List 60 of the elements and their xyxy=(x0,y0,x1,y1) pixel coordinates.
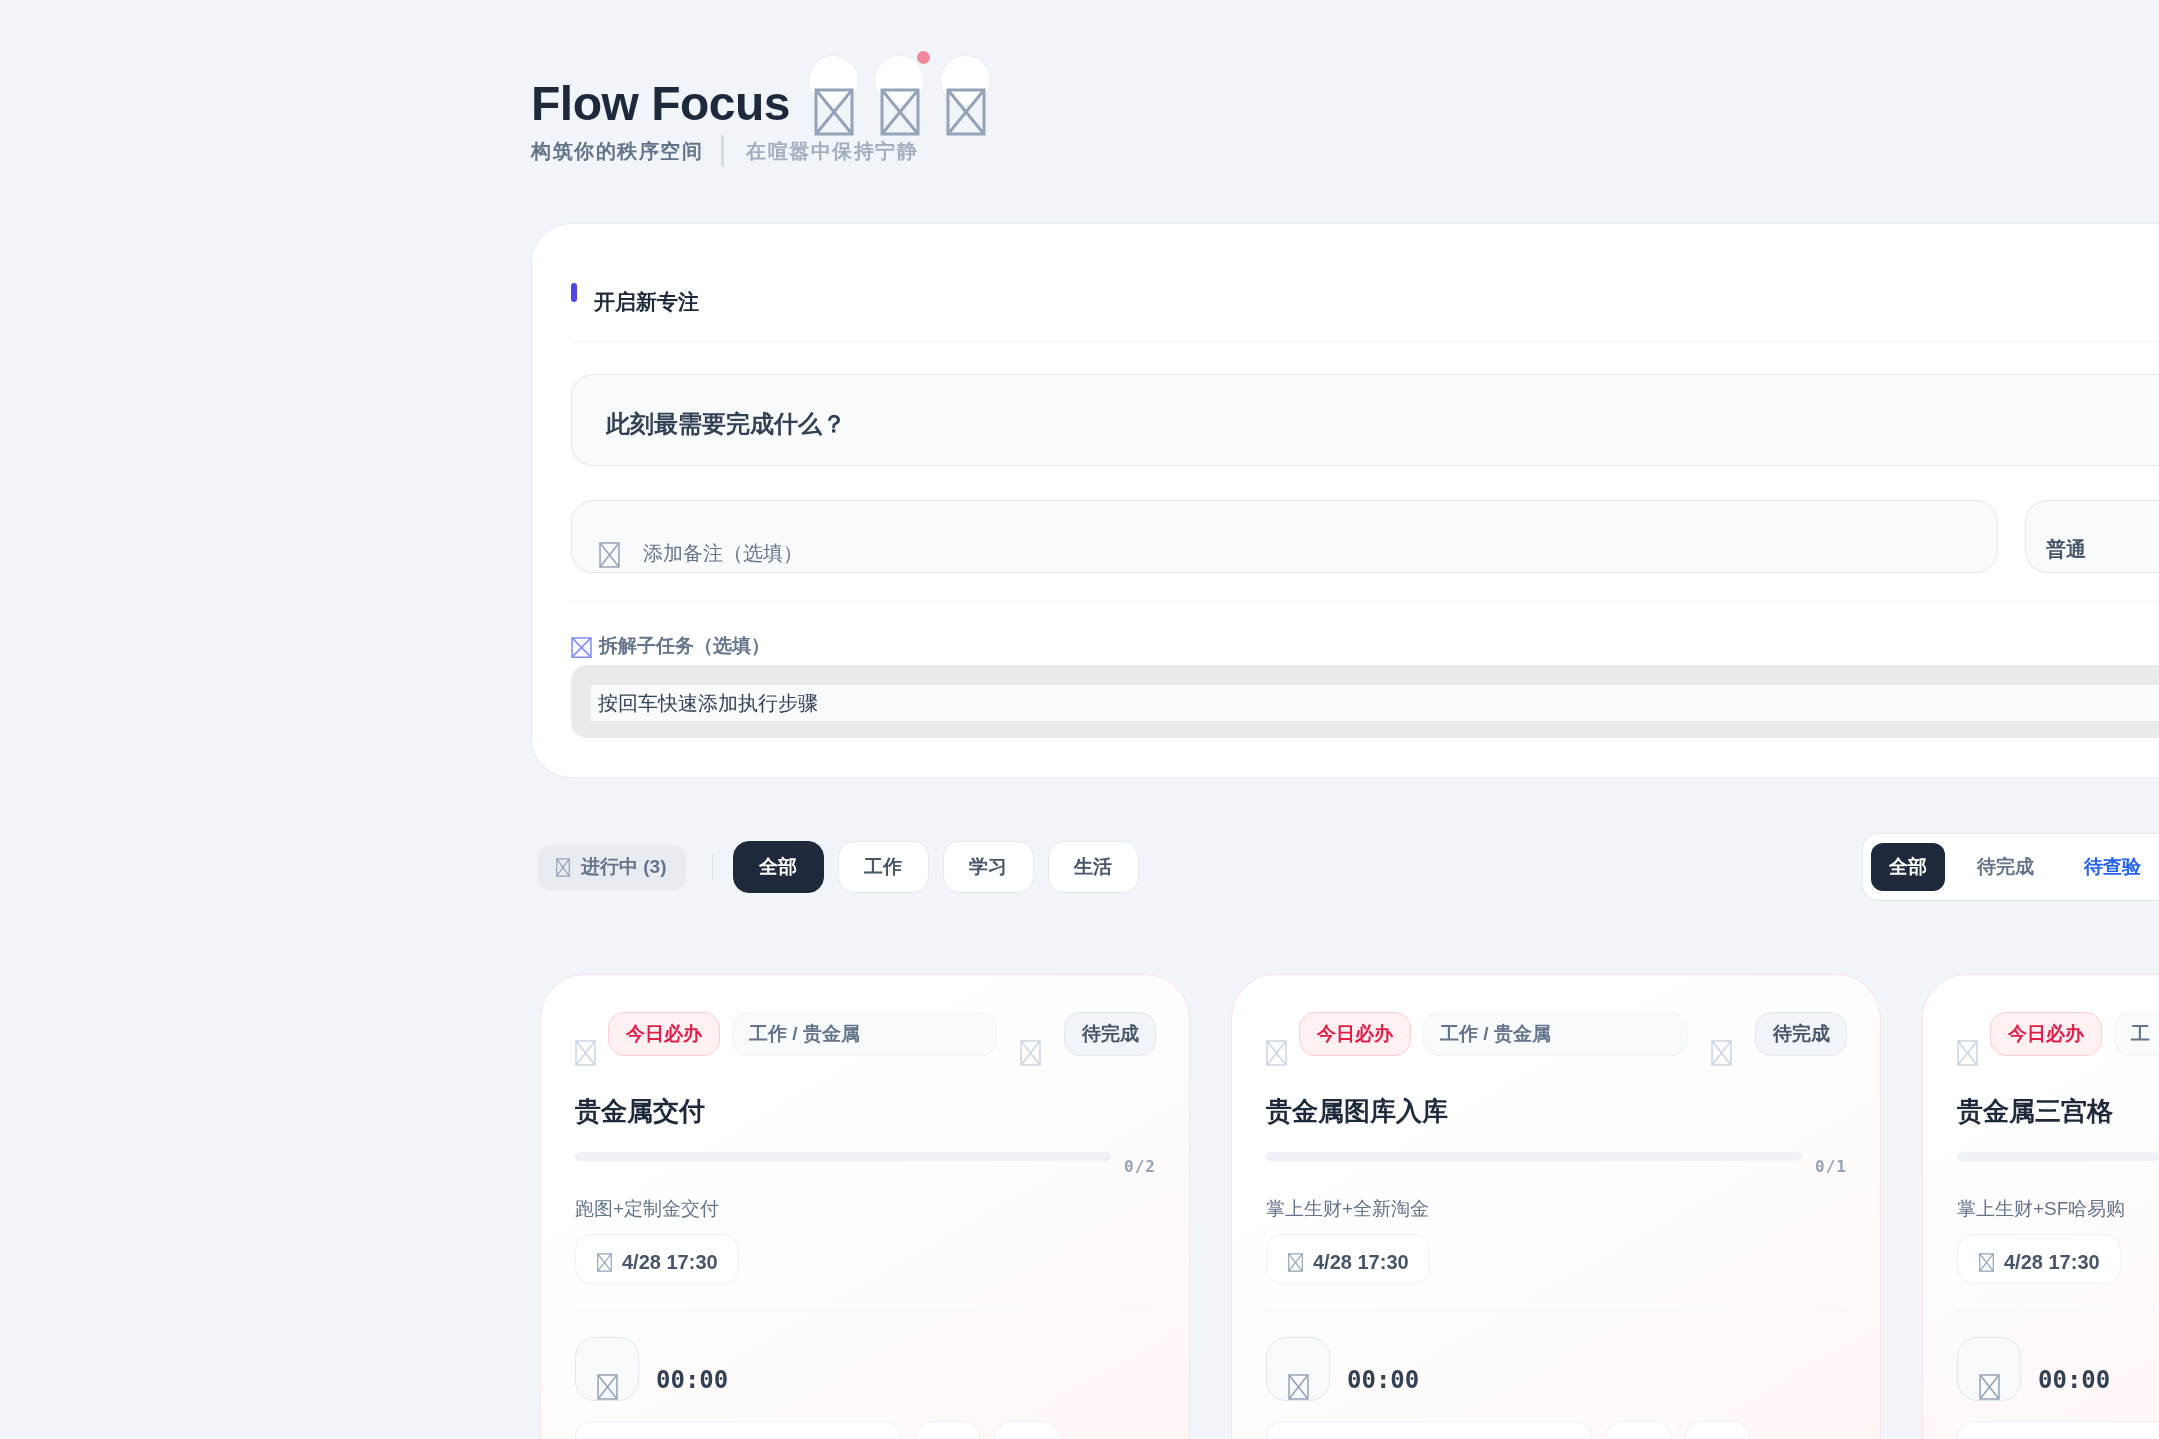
broken-image-icon xyxy=(1020,1040,1041,1066)
broken-image-icon xyxy=(1287,1374,1309,1400)
tagline: 构筑你的秩序空间 xyxy=(531,139,703,164)
section-heading: 开启新专注 xyxy=(594,289,699,315)
category-tag: 工作 / 贵金属 xyxy=(732,1012,997,1056)
timer-button[interactable] xyxy=(575,1337,639,1401)
category-tag: 工作 / 贵金属 xyxy=(1423,1012,1688,1056)
timer-button[interactable] xyxy=(1266,1337,1330,1401)
motto: 在喧嚣中保持宁静 xyxy=(746,139,918,164)
broken-image-icon xyxy=(1711,1040,1732,1066)
due-date: 4/28 17:30 xyxy=(622,1250,718,1274)
timer-button[interactable] xyxy=(1957,1337,2021,1401)
in-progress-filter[interactable]: 进行中 (3) xyxy=(538,844,686,890)
broken-image-icon xyxy=(599,542,620,568)
category-tag: 工 xyxy=(2114,1012,2159,1056)
priority-badge: 今日必办 xyxy=(1299,1012,1411,1056)
task-title: 贵金属交付 xyxy=(575,1095,706,1128)
priority-badge: 今日必办 xyxy=(608,1012,720,1056)
task-note: 掌上生财+SF哈易购 xyxy=(1957,1197,2127,1221)
broken-image-icon xyxy=(575,1040,596,1066)
category-tab[interactable]: 全部 xyxy=(732,841,824,893)
broken-image-icon xyxy=(1266,1040,1287,1066)
note-field[interactable]: 添加备注（选填） xyxy=(571,500,1998,573)
broken-image-icon xyxy=(879,88,920,136)
accent-bar-icon xyxy=(571,283,577,302)
task-note: 跑图+定制金交付 xyxy=(575,1197,721,1221)
broken-image-icon xyxy=(945,88,986,136)
status-badge: 待完成 xyxy=(1755,1012,1847,1056)
broken-image-icon xyxy=(597,1252,612,1272)
task-note: 掌上生财+全新淘金 xyxy=(1266,1197,1431,1221)
progress-count: 0/2 xyxy=(1124,1159,1156,1175)
app-title: Flow Focus xyxy=(531,76,790,132)
timer-display: 00:00 xyxy=(1347,1365,1420,1395)
task-title: 贵金属三宫格 xyxy=(1957,1095,2114,1128)
broken-image-icon xyxy=(1288,1252,1303,1272)
status-tab[interactable]: 待完成 xyxy=(1959,843,2052,891)
category-tab[interactable]: 学习 xyxy=(942,841,1034,893)
status-badge: 待完成 xyxy=(1064,1012,1156,1056)
priority-select[interactable]: 普通 xyxy=(2025,500,2159,573)
broken-image-icon xyxy=(813,88,854,136)
broken-image-icon xyxy=(571,637,592,658)
task-title: 贵金属图库入库 xyxy=(1266,1095,1449,1128)
due-date: 4/28 17:30 xyxy=(2004,1250,2100,1274)
broken-image-icon xyxy=(556,857,570,877)
broken-image-icon xyxy=(1979,1252,1994,1272)
task-title-input[interactable]: 此刻最需要完成什么？ xyxy=(571,374,2159,466)
broken-image-icon xyxy=(1957,1040,1978,1066)
progress-count: 0/1 xyxy=(1815,1159,1847,1175)
category-tab[interactable]: 工作 xyxy=(837,841,929,893)
status-tab[interactable]: 待查验 xyxy=(2066,843,2159,891)
broken-image-icon xyxy=(1978,1374,2000,1400)
timer-display: 00:00 xyxy=(2038,1365,2111,1395)
category-tab[interactable]: 生活 xyxy=(1047,841,1139,893)
timer-display: 00:00 xyxy=(656,1365,729,1395)
broken-image-icon xyxy=(596,1374,618,1400)
status-tab[interactable]: 全部 xyxy=(1871,843,1945,891)
due-date: 4/28 17:30 xyxy=(1313,1250,1409,1274)
priority-badge: 今日必办 xyxy=(1990,1012,2102,1056)
subtask-input[interactable]: 按回车快速添加执行步骤 xyxy=(591,685,2159,721)
subtask-label: 拆解子任务（选填） xyxy=(599,634,770,658)
